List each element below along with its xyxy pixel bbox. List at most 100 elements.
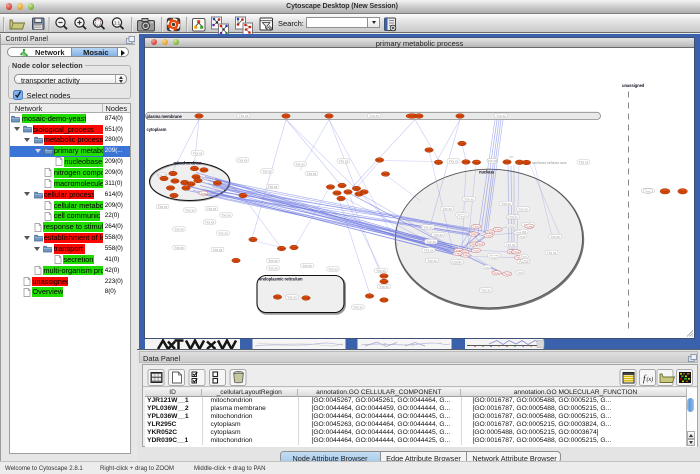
svg-text:Yxx xx: Yxx xx — [496, 113, 506, 117]
svg-text:Yxxxx: Yxxxx — [167, 186, 175, 190]
svg-text:Yxxxx: Yxxxx — [376, 158, 384, 162]
svg-text:Yxx xx: Yxx xx — [550, 234, 560, 238]
svg-text:xxx: xxx — [509, 154, 514, 158]
svg-text:Yxx xx: Yxx xx — [295, 162, 305, 166]
svg-text:Yxxx: Yxxx — [462, 253, 469, 257]
svg-text:Yxxx: Yxxx — [473, 248, 480, 252]
svg-text:Yxxx: Yxxx — [495, 227, 502, 231]
svg-text:Yxxx: Yxxx — [459, 214, 466, 218]
svg-text:Yxxxx: Yxxxx — [196, 114, 204, 118]
svg-text:Yxxxx: Yxxxx — [435, 160, 443, 164]
svg-text:Yxxx: Yxxx — [485, 233, 492, 237]
svg-text:Yxx xx: Yxx xx — [213, 247, 223, 251]
svg-text:Yxxx: Yxxx — [508, 214, 515, 218]
svg-text:Yxxx: Yxxx — [504, 272, 511, 276]
svg-text:Yxxxx: Yxxxx — [240, 193, 248, 197]
svg-text:Yxxxx: Yxxxx — [214, 181, 222, 185]
svg-text:Yxx xx: Yxx xx — [207, 206, 217, 210]
svg-text:Yxxx: Yxxx — [522, 258, 529, 262]
svg-text:Yxxxx: Yxxxx — [662, 189, 670, 193]
svg-text:Yxx xx: Yxx xx — [353, 305, 363, 309]
svg-text:Yxx xx: Yxx xx — [218, 231, 228, 235]
svg-text:Yxx xx: Yxx xx — [262, 169, 272, 173]
svg-text:Yxx xx: Yxx xx — [328, 267, 338, 271]
svg-text:Yxx xx: Yxx xx — [547, 250, 557, 254]
svg-text:Yxxx: Yxxx — [455, 251, 462, 255]
svg-text:Yxxxx: Yxxxx — [172, 179, 180, 183]
svg-text:Yxxxx: Yxxxx — [381, 298, 389, 302]
svg-text:Yxx xx: Yxx xx — [174, 227, 184, 231]
svg-text:Yxx xx: Yxx xx — [424, 248, 434, 252]
svg-text:unassigned: unassigned — [622, 83, 645, 88]
svg-text:Yxx xx: Yxx xx — [268, 184, 278, 188]
svg-text:Yxxxx: Yxxxx — [161, 176, 169, 180]
svg-text:Yxx xx: Yxx xx — [221, 213, 231, 217]
svg-text:Yxx xx: Yxx xx — [268, 266, 278, 270]
svg-text:Yxxxx: Yxxxx — [679, 189, 687, 193]
svg-text:Yxx xx: Yxx xx — [376, 268, 386, 272]
svg-text:Yxx xx: Yxx xx — [307, 171, 317, 175]
svg-text:Yxx xx: Yxx xx — [427, 258, 437, 262]
svg-text:Yxxxx: Yxxxx — [278, 246, 286, 250]
svg-text:Yxxxx: Yxxxx — [381, 274, 389, 278]
svg-text:Yxxxx: Yxxxx — [233, 258, 241, 262]
svg-text:Yxx xx: Yxx xx — [302, 263, 312, 267]
svg-text:Yxxxx: Yxxxx — [291, 245, 299, 249]
svg-text:Yxxx: Yxxx — [452, 259, 459, 263]
svg-text:Yxxxx: Yxxxx — [201, 168, 209, 172]
svg-text:Yxxx: Yxxx — [526, 224, 533, 228]
svg-text:nucleus: nucleus — [479, 169, 495, 174]
svg-text:Yxxx: Yxxx — [471, 232, 478, 236]
svg-text:Yxxxx: Yxxxx — [426, 148, 434, 152]
svg-text:Yxx xx: Yxx xx — [501, 201, 511, 205]
svg-text:Yxx xx: Yxx xx — [518, 207, 528, 211]
svg-text:Yxxxx: Yxxxx — [283, 114, 291, 118]
svg-text:Yxx xx: Yxx xx — [433, 232, 443, 236]
svg-text:Yxx xx: Yxx xx — [205, 220, 215, 224]
svg-text:Yxxxx: Yxxxx — [170, 171, 178, 175]
svg-text:Yxxxx: Yxxxx — [195, 178, 203, 182]
svg-text:Yxxx: Yxxx — [477, 242, 484, 246]
svg-text:Yxxxx: Yxxxx — [366, 294, 374, 298]
svg-text:Yxxx: Yxxx — [483, 265, 490, 269]
svg-text:Yxxxx: Yxxxx — [191, 166, 199, 170]
svg-text:Yxxxx: Yxxxx — [382, 172, 390, 176]
svg-text:(x): (x) — [647, 376, 654, 383]
svg-text:Yxxx: Yxxx — [508, 224, 515, 228]
svg-text:Yxx xx: Yxx xx — [506, 242, 516, 246]
svg-text:Yxxx: Yxxx — [517, 270, 524, 274]
svg-text:Yxxxx: Yxxxx — [171, 193, 179, 197]
svg-text:Yxx xx: Yxx xx — [174, 245, 184, 249]
svg-text:xxxGxxxx xxSxxxx xxxx: xxxGxxxx xxSxxxx xxxx — [532, 161, 567, 165]
svg-text:Yxxxx: Yxxxx — [338, 196, 346, 200]
svg-text:Yxxxx: Yxxxx — [381, 279, 389, 283]
svg-text:Yxxxx: Yxxxx — [274, 295, 282, 299]
svg-text:Yxx xx: Yxx xx — [426, 239, 436, 243]
svg-text:Yxxxx: Yxxxx — [345, 190, 353, 194]
svg-text:endoplasmic reticulum: endoplasmic reticulum — [259, 276, 303, 281]
svg-text:Yxx xx: Yxx xx — [287, 295, 297, 299]
svg-text:Yxx xx: Yxx xx — [238, 158, 248, 162]
svg-text:Yxx xx: Yxx xx — [423, 225, 433, 229]
svg-text:Yxxxx: Yxxxx — [473, 160, 481, 164]
svg-text:Yxxxx: Yxxxx — [327, 185, 335, 189]
svg-text:Yxx xx: Yxx xx — [339, 159, 349, 163]
svg-text:Yxxx: Yxxx — [513, 250, 520, 254]
svg-text:Yxxxx: Yxxxx — [339, 183, 347, 187]
svg-text:Yxxxx: Yxxxx — [303, 296, 311, 300]
svg-text:Yxx xx: Yxx xx — [481, 288, 491, 292]
svg-text:Yxxxx: Yxxxx — [457, 114, 465, 118]
svg-text:Yxxx: Yxxx — [493, 271, 500, 275]
svg-text:mitochondrion: mitochondrion — [174, 160, 203, 165]
svg-text:Yxxx: Yxxx — [473, 224, 480, 228]
svg-text:1:1: 1:1 — [114, 21, 121, 26]
svg-text:Yxxxx: Yxxxx — [463, 160, 471, 164]
svg-text:Yxxxx: Yxxxx — [183, 186, 191, 190]
svg-text:Yxxxx: Yxxxx — [353, 186, 361, 190]
svg-text:Yxx xx: Yxx xx — [193, 151, 203, 155]
svg-text:Yxx xx: Yxx xx — [268, 258, 278, 262]
svg-text:Yxx xx: Yxx xx — [449, 159, 459, 163]
svg-text:Yxx: Yxx — [645, 189, 651, 193]
svg-text:Yxx xx: Yxx xx — [464, 197, 474, 201]
svg-text:Yxx xx: Yxx xx — [185, 208, 195, 212]
